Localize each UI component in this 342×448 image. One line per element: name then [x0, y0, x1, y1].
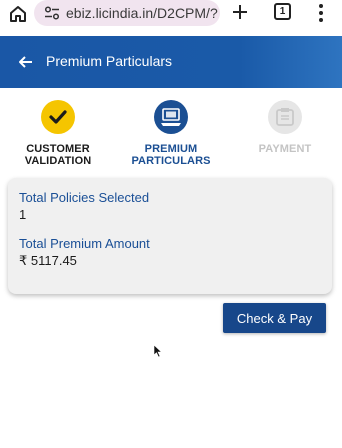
new-tab-icon[interactable] — [231, 3, 249, 21]
page-title: Premium Particulars — [46, 53, 173, 69]
home-icon[interactable] — [8, 4, 28, 24]
browser-toolbar: ebiz.licindia.in/D2CPM/? 1 — [0, 0, 342, 30]
step-customer-validation: CUSTOMER VALIDATION — [3, 100, 113, 167]
total-premium-value: ₹ 5117.45 — [19, 253, 77, 268]
wallet-icon — [276, 108, 294, 126]
check-icon — [49, 110, 67, 124]
step-label-line: CUSTOMER — [26, 143, 90, 155]
premium-summary-card: Total Policies Selected 1 Total Premium … — [8, 178, 332, 294]
address-bar[interactable]: ebiz.licindia.in/D2CPM/? — [34, 0, 220, 26]
back-arrow-icon[interactable] — [18, 54, 34, 70]
total-policies-label: Total Policies Selected — [19, 190, 150, 205]
computer-icon — [161, 108, 181, 126]
step-completed-badge — [41, 100, 75, 134]
more-menu-icon[interactable] — [316, 3, 326, 23]
step-payment: PAYMENT — [230, 100, 340, 155]
step-pending-badge — [268, 100, 302, 134]
site-settings-icon[interactable] — [44, 6, 60, 20]
tab-switcher-button[interactable]: 1 — [274, 3, 291, 20]
check-and-pay-button[interactable]: Check & Pay — [223, 303, 326, 333]
url-text: ebiz.licindia.in/D2CPM/? — [66, 5, 218, 21]
step-label-line: PREMIUM — [144, 143, 198, 155]
mouse-cursor-icon — [153, 344, 163, 358]
step-premium-particulars: PREMIUM PARTICULARS — [116, 100, 226, 167]
step-label-line: PAYMENT — [258, 143, 312, 155]
step-label: CUSTOMER VALIDATION — [3, 143, 113, 167]
step-label: PAYMENT — [230, 143, 340, 155]
step-label: PREMIUM PARTICULARS — [116, 143, 226, 167]
step-label-line: PARTICULARS — [131, 155, 211, 167]
step-active-badge — [154, 100, 188, 134]
total-premium-label: Total Premium Amount — [19, 236, 150, 251]
app-header: Premium Particulars — [0, 36, 342, 88]
total-policies-value: 1 — [19, 207, 27, 222]
step-label-line: VALIDATION — [24, 155, 92, 167]
progress-stepper: CUSTOMER VALIDATION PREMIUM PARTICULARS — [0, 100, 342, 172]
